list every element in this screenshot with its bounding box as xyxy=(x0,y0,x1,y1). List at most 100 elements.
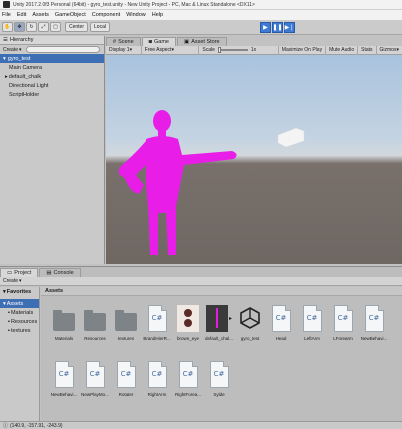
asset-resources-folder[interactable]: Resources xyxy=(80,303,110,359)
mute-audio-toggle[interactable]: Mute Audio xyxy=(326,45,359,55)
scale-label: Scale xyxy=(202,47,215,53)
asset-script[interactable]: C# BrandHierR... xyxy=(142,303,172,359)
status-text: (140.9, -157.91, -243.9) xyxy=(10,422,63,429)
game-icon: ◙ xyxy=(148,39,152,45)
csharp-script-icon: C# xyxy=(116,360,136,388)
textures-folder-item[interactable]: ▪ textures xyxy=(0,326,39,335)
hierarchy-item-main-camera[interactable]: Main Camera xyxy=(0,63,104,72)
menu-gameobject[interactable]: GameObject xyxy=(55,12,86,18)
expand-arrow-icon[interactable]: ▸ xyxy=(229,315,232,322)
asset-script[interactable]: C# Rotater xyxy=(111,359,141,415)
asset-label: LeftArm xyxy=(304,336,320,341)
toolbar: ✋ ✥ ↻ ⤢ ▢ Center Local ▶ ❚❚ ▶❘ xyxy=(0,20,402,35)
menu-help[interactable]: Help xyxy=(152,12,163,18)
tab-console[interactable]: ▤ Console xyxy=(39,268,81,277)
menu-file[interactable]: File xyxy=(2,12,11,18)
collapse-arrow-icon: ▸ xyxy=(5,73,8,80)
scale-tool-button[interactable]: ⤢ xyxy=(38,22,49,32)
dropdown-icon: ▾ xyxy=(19,46,22,53)
menu-edit[interactable]: Edit xyxy=(17,12,26,18)
dropdown-icon: ▾ xyxy=(171,47,174,53)
move-tool-button[interactable]: ✥ xyxy=(14,22,25,32)
resources-folder-item[interactable]: ▪ Resources xyxy=(0,317,39,326)
aspect-dropdown[interactable]: Free Aspect ▾ xyxy=(142,45,200,55)
tab-asset-store-label: Asset Store xyxy=(191,39,220,45)
hierarchy-search-input[interactable] xyxy=(25,46,100,53)
tab-project[interactable]: ▭ Project xyxy=(0,268,39,277)
favorites-label: Favorites xyxy=(6,288,32,295)
tab-hierarchy[interactable]: ☰ Hierarchy xyxy=(0,36,104,45)
menu-window[interactable]: Window xyxy=(126,12,146,18)
asset-script[interactable]: C# LForearm xyxy=(328,303,358,359)
breadcrumb-assets[interactable]: Assets xyxy=(45,288,63,294)
assets-folder-item[interactable]: ▾ Assets xyxy=(0,299,39,308)
pause-button[interactable]: ❚❚ xyxy=(271,21,283,33)
game-panel: # Scene ◙ Game ▣ Asset Store Display 1 ▾ Fre… xyxy=(106,36,402,264)
project-create-button[interactable]: Create xyxy=(3,278,18,284)
aspect-label: Free Aspect xyxy=(144,47,172,53)
hierarchy-item-directional-light[interactable]: Directional Light xyxy=(0,81,104,90)
move-icon: ✥ xyxy=(17,24,22,30)
hierarchy-item-label: Main Camera xyxy=(9,64,43,71)
asset-brown-eye-texture[interactable]: brown_eye xyxy=(173,303,203,359)
asset-script[interactable]: C# NewBehavi... xyxy=(49,359,79,415)
hierarchy-item-scriptholder[interactable]: ScriptHolder xyxy=(0,90,104,99)
scale-control[interactable]: Scale 1x xyxy=(199,45,279,55)
scale-slider[interactable] xyxy=(217,47,248,53)
list-icon: ☰ xyxy=(3,37,8,43)
asset-script[interactable]: C# RightArm xyxy=(142,359,172,415)
folder-open-icon: ▾ xyxy=(3,300,6,307)
warning-icon: ⓘ xyxy=(3,423,9,429)
scale-slider-thumb[interactable] xyxy=(217,47,221,53)
menu-assets[interactable]: Assets xyxy=(32,12,49,18)
menu-component[interactable]: Component xyxy=(92,12,120,18)
hierarchy-item-default-chalk[interactable]: ▸ default_chalk xyxy=(0,72,104,81)
asset-script[interactable]: C# RightForea... xyxy=(173,359,203,415)
asset-script[interactable]: C# Head xyxy=(266,303,296,359)
project-folder-tree: ▾ Favorites ▾ Assets ▪ Materials ▪ Resources… xyxy=(0,287,40,422)
hand-tool-button[interactable]: ✋ xyxy=(2,22,13,32)
dropdown-icon: ▾ xyxy=(19,278,22,284)
favorites-item[interactable]: ▾ Favorites xyxy=(0,287,39,296)
pivot-center-toggle[interactable]: Center xyxy=(65,22,89,32)
play-button[interactable]: ▶ xyxy=(259,21,271,33)
folder-icon xyxy=(53,310,75,331)
asset-textures-folder[interactable]: textures xyxy=(111,303,141,359)
asset-gyro-test-scene[interactable]: gyro_test xyxy=(235,303,265,359)
gizmos-dropdown[interactable]: Gizmos ▾ xyxy=(377,46,402,55)
resources-label: Resources xyxy=(10,318,38,325)
asset-label: brown_eye xyxy=(176,336,199,341)
materials-label: Materials xyxy=(10,309,34,316)
maximize-on-play-toggle[interactable]: Maximize On Play xyxy=(279,45,327,55)
textures-label: textures xyxy=(10,327,31,334)
scene-root-item[interactable]: ▾ gyro_test xyxy=(0,54,104,63)
hierarchy-toolbar: Create ▾ xyxy=(0,45,104,54)
stats-toggle[interactable]: Stats xyxy=(358,45,377,55)
game-viewport[interactable] xyxy=(106,55,402,264)
materials-folder-item[interactable]: ▪ Materials xyxy=(0,308,39,317)
rotate-tool-button[interactable]: ↻ xyxy=(26,22,37,32)
asset-script[interactable]: C# LeftArm xyxy=(297,303,327,359)
display-dropdown[interactable]: Display 1 ▾ xyxy=(106,45,142,55)
hierarchy-tab-label: Hierarchy xyxy=(9,37,34,43)
pivot-space-toggle[interactable]: Local xyxy=(90,22,110,32)
asset-materials-folder[interactable]: Materials xyxy=(49,303,79,359)
asset-script[interactable]: C# NewPlayMo... xyxy=(80,359,110,415)
hierarchy-create-button[interactable]: Create xyxy=(3,47,18,53)
tab-scene-label: Scene xyxy=(118,39,134,45)
menu-bar: File Edit Assets GameObject Component Wi… xyxy=(0,10,402,20)
csharp-script-icon: C# xyxy=(302,304,322,332)
folder-icon: ▪ xyxy=(8,309,10,316)
step-button[interactable]: ▶❘ xyxy=(283,21,295,33)
window-title: Unity 2017.2.0f3 Personal (64bit) - gyro… xyxy=(13,1,255,8)
asset-script[interactable]: C# NewBehavi... xyxy=(359,303,389,359)
csharp-script-icon: C# xyxy=(178,360,198,388)
asset-browser: Assets Materials Resources textures C# Br… xyxy=(41,287,402,422)
hierarchy-item-label: default_chalk xyxy=(8,73,42,80)
hierarchy-panel: ☰ Hierarchy Create ▾ ▾ gyro_test Main Ca… xyxy=(0,36,105,264)
asset-script[interactable]: C# Sylde xyxy=(204,359,234,415)
asset-default-chalk-model[interactable]: ▸ default_chal... xyxy=(204,303,234,359)
project-toolbar: Create ▾ xyxy=(0,277,402,286)
folder-icon: ▪ xyxy=(8,318,10,325)
rect-tool-button[interactable]: ▢ xyxy=(50,22,61,32)
